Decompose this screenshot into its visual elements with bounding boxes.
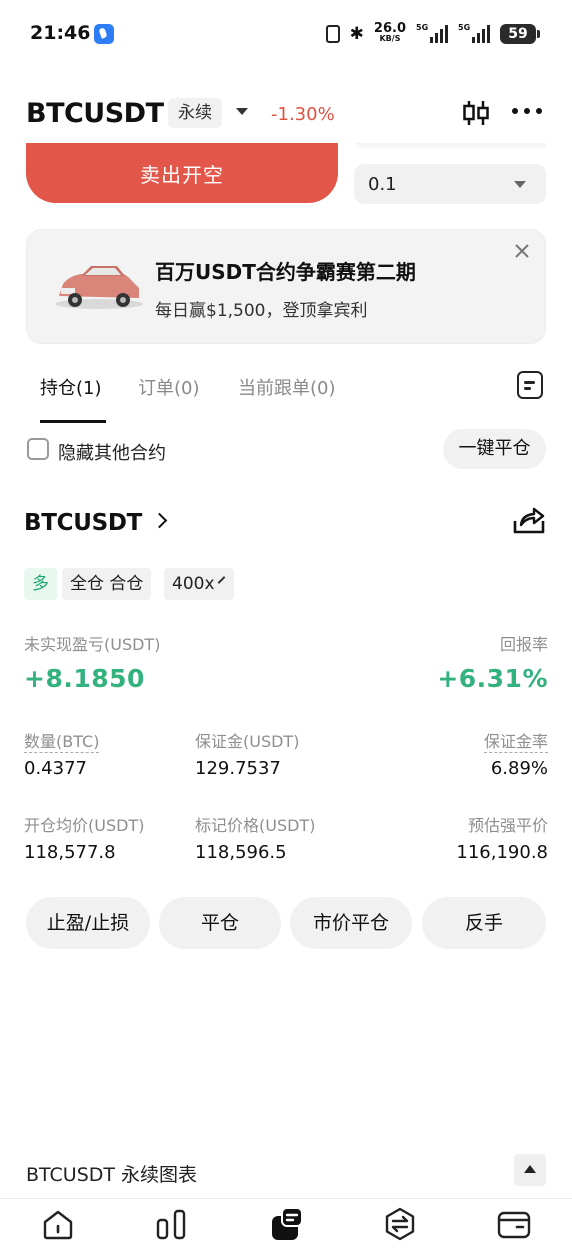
- network-speed-unit: KB/S: [379, 34, 401, 43]
- battery-level: 59: [508, 26, 528, 42]
- app-notification-icon: [94, 24, 114, 44]
- edit-icon: [217, 576, 225, 584]
- roe-label: 回报率: [499, 635, 548, 654]
- quantity-value: 0.1: [368, 174, 397, 195]
- tp-sl-button[interactable]: 止盈/止损: [26, 897, 150, 949]
- trade-header: BTCUSDT 永续 -1.30%: [0, 90, 572, 142]
- signal-2-icon: 5G: [458, 23, 490, 43]
- leverage-value: 400x: [172, 574, 215, 594]
- unrealized-pnl-value: +8.1850: [24, 664, 145, 693]
- wallet-icon[interactable]: [496, 1206, 532, 1242]
- swap-icon[interactable]: [382, 1206, 418, 1242]
- margin-label: 保证金(USDT): [195, 732, 300, 751]
- size-label: 数量(BTC): [24, 728, 100, 753]
- network-speed: 26.0 KB/S: [373, 21, 406, 44]
- promo-banner[interactable]: 百万USDT合约争霸赛第二期 每日赢$1,500，登顶拿宾利: [26, 229, 546, 344]
- bluetooth-icon: ✱: [349, 24, 364, 44]
- contract-type-tag: 永续: [168, 98, 222, 128]
- candlestick-chart-icon[interactable]: [462, 100, 490, 126]
- battery-icon: 59: [500, 24, 540, 44]
- tab-positions[interactable]: 持仓(1): [40, 374, 102, 400]
- size-value: 0.4377: [24, 758, 87, 779]
- mark-price-value: 118,596.5: [195, 842, 287, 863]
- status-bar: 21:46 ✱ 26.0 KB/S 5G 5G 59: [0, 0, 572, 66]
- price-change: -1.30%: [271, 104, 335, 125]
- leverage-badge[interactable]: 400x: [164, 568, 234, 600]
- sell-open-short-button[interactable]: 卖出开空: [26, 143, 338, 203]
- trade-icon[interactable]: [268, 1206, 304, 1242]
- close-all-button[interactable]: 一键平仓: [443, 429, 546, 469]
- banner-subtitle: 每日赢$1,500，登顶拿宾利: [155, 301, 368, 321]
- side-badge: 多: [24, 568, 57, 600]
- tab-copy-trades[interactable]: 当前跟单(0): [238, 374, 336, 400]
- margin-mode-badge: 全仓 合仓: [62, 568, 152, 600]
- markets-icon[interactable]: [154, 1206, 190, 1242]
- chart-section-label[interactable]: BTCUSDT 永续图表: [26, 1160, 197, 1187]
- unrealized-pnl-label: 未实现盈亏(USDT): [24, 635, 161, 654]
- bottom-nav-divider: [0, 1198, 572, 1199]
- partial-row-divider: [356, 143, 546, 149]
- position-symbol[interactable]: BTCUSDT: [24, 510, 142, 536]
- symbol-dropdown-icon[interactable]: [236, 108, 248, 115]
- signal-1-type: 5G: [416, 23, 429, 32]
- car-image: [55, 266, 143, 309]
- quantity-select[interactable]: 0.1: [354, 164, 546, 204]
- margin-ratio-label: 保证金率: [483, 728, 548, 753]
- liq-price-value: 116,190.8: [456, 842, 548, 863]
- entry-price-value: 118,577.8: [24, 842, 116, 863]
- market-close-button[interactable]: 市价平仓: [290, 897, 412, 949]
- order-history-icon[interactable]: [517, 371, 543, 399]
- network-speed-value: 26.0: [373, 21, 406, 36]
- reverse-position-button[interactable]: 反手: [422, 897, 546, 949]
- close-position-button[interactable]: 平仓: [159, 897, 281, 949]
- chevron-right-icon[interactable]: [151, 512, 168, 529]
- liq-price-label: 预估强平价: [467, 816, 548, 835]
- margin-value: 129.7537: [195, 758, 281, 779]
- chevron-down-icon: [514, 181, 526, 188]
- more-icon[interactable]: [512, 108, 542, 116]
- status-indicators: ✱ 26.0 KB/S 5G 5G 59: [325, 21, 540, 47]
- margin-ratio-value: 6.89%: [490, 758, 548, 779]
- share-icon[interactable]: [512, 505, 546, 535]
- roe-value: +6.31%: [437, 664, 548, 693]
- symbol-title[interactable]: BTCUSDT: [26, 98, 164, 129]
- signal-2-type: 5G: [458, 23, 471, 32]
- signal-1-icon: 5G: [416, 23, 448, 43]
- hide-other-contracts-label: 隐藏其他合约: [58, 443, 166, 464]
- hide-other-contracts-checkbox[interactable]: [27, 438, 49, 460]
- chevron-up-icon[interactable]: [514, 1154, 546, 1186]
- status-time: 21:46: [30, 22, 91, 44]
- entry-price-label: 开仓均价(USDT): [24, 816, 145, 835]
- close-icon[interactable]: [513, 242, 531, 260]
- tab-orders[interactable]: 订单(0): [138, 374, 200, 400]
- vibrate-icon: [325, 25, 340, 43]
- mark-price-label: 标记价格(USDT): [195, 816, 316, 835]
- position-tabs: 持仓(1) 订单(0) 当前跟单(0): [0, 360, 572, 424]
- home-icon[interactable]: [40, 1206, 76, 1242]
- banner-title: 百万USDT合约争霸赛第二期: [155, 260, 416, 284]
- active-tab-indicator: [40, 420, 106, 423]
